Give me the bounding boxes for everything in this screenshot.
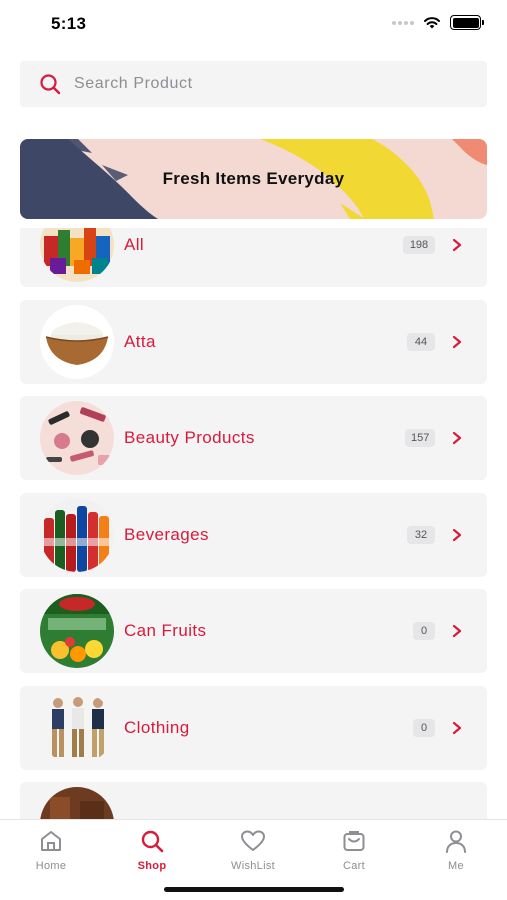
chevron-right-icon [452, 431, 462, 445]
category-list[interactable]: All 198 Atta 44 Beauty Products 157 Beve… [0, 228, 507, 819]
battery-icon [450, 15, 484, 30]
category-item-all[interactable]: All 198 [20, 228, 487, 287]
category-name: All [124, 235, 145, 254]
user-icon [446, 830, 466, 853]
home-indicator [164, 887, 344, 892]
category-count-badge: 32 [407, 525, 435, 544]
category-item-beauty-products[interactable]: Beauty Products 157 [20, 396, 487, 480]
category-count-badge: 198 [403, 236, 435, 254]
promo-banner[interactable]: Fresh Items Everyday [20, 139, 487, 219]
search-icon [40, 74, 61, 95]
status-time: 5:13 [51, 14, 87, 33]
cart-icon [343, 831, 365, 851]
tab-shop[interactable]: Shop [112, 828, 192, 878]
chevron-right-icon [452, 335, 462, 348]
category-count-badge: 0 [413, 622, 435, 640]
tab-cart[interactable]: Cart [314, 828, 394, 878]
status-bar: 5:13 [0, 0, 507, 46]
search-input[interactable] [74, 75, 454, 93]
chevron-right-icon [452, 528, 462, 541]
home-icon [41, 831, 61, 851]
category-count-badge: 0 [413, 718, 435, 737]
search-icon [141, 830, 164, 853]
status-icons [392, 15, 484, 30]
category-image-beauty-products [40, 401, 114, 475]
category-image-all [40, 228, 114, 282]
chevron-right-icon [452, 624, 462, 638]
tab-label: Shop [137, 860, 167, 872]
cellular-signal-icon [392, 20, 414, 25]
search-bar[interactable] [20, 61, 487, 107]
category-item-partial[interactable] [20, 782, 487, 819]
category-count-badge: 157 [405, 429, 435, 447]
category-image-can-fruits [40, 594, 114, 668]
category-name: Beverages [124, 524, 209, 544]
category-name: Clothing [124, 717, 190, 737]
category-image-furniture [40, 787, 114, 819]
chevron-right-icon [452, 238, 462, 252]
tab-label: WishList [231, 860, 275, 872]
category-image-clothing [40, 690, 114, 765]
category-name: Can Fruits [124, 621, 207, 640]
category-count-badge: 44 [407, 332, 435, 351]
category-item-clothing[interactable]: Clothing 0 [20, 685, 487, 770]
category-image-atta [40, 304, 114, 379]
heart-icon [241, 830, 265, 851]
banner-title: Fresh Items Everyday [162, 169, 345, 188]
category-name: Atta [124, 331, 156, 351]
tab-label: Cart [343, 860, 365, 872]
category-item-can-fruits[interactable]: Can Fruits 0 [20, 589, 487, 673]
category-item-beverages[interactable]: Beverages 32 [20, 492, 487, 577]
category-name: Beauty Products [124, 428, 255, 447]
category-image-beverages [40, 497, 114, 572]
category-item-atta[interactable]: Atta 44 [20, 299, 487, 384]
tab-label: Me [448, 860, 464, 872]
chevron-right-icon [452, 721, 462, 734]
tab-me[interactable]: Me [416, 828, 496, 878]
tab-label: Home [35, 860, 67, 872]
tab-wishlist[interactable]: WishList [213, 828, 293, 878]
wifi-icon [424, 17, 440, 29]
tab-home[interactable]: Home [11, 828, 91, 878]
